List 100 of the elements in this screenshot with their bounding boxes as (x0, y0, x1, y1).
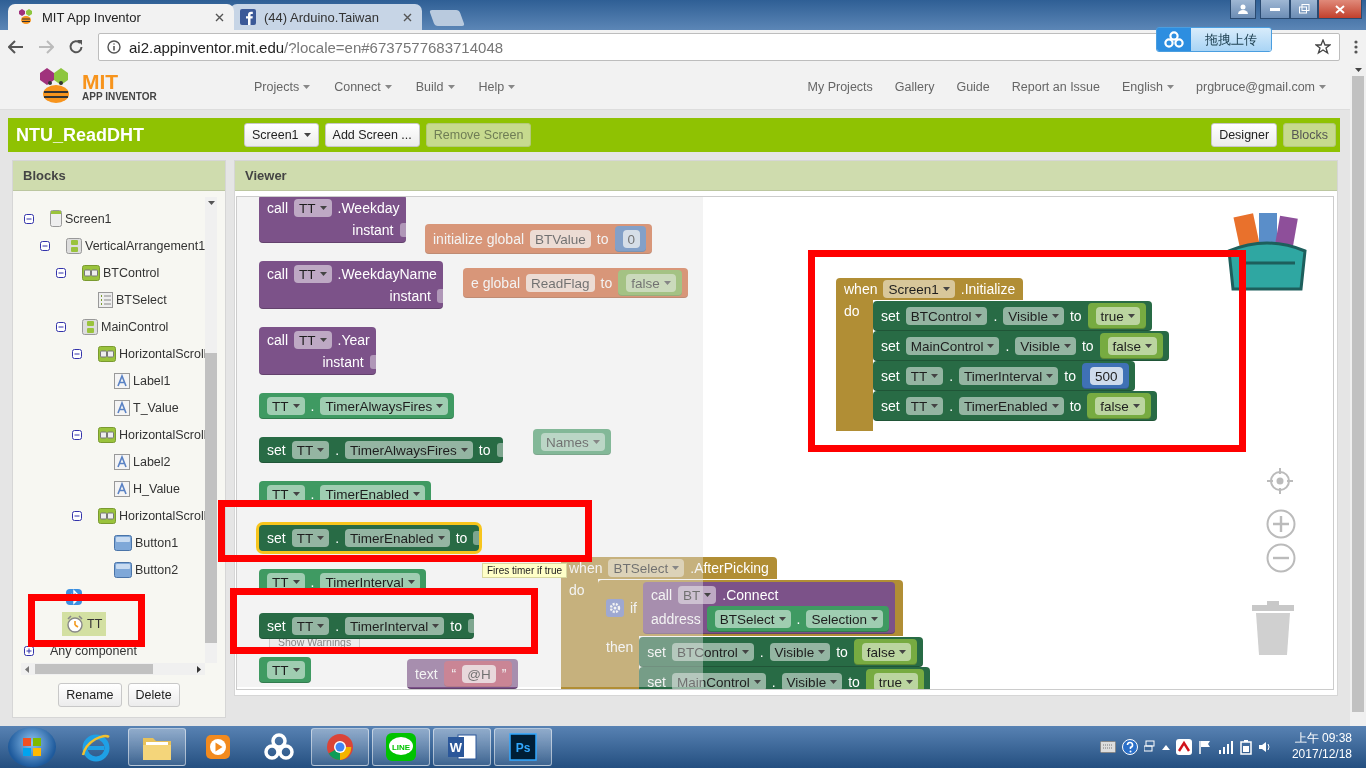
block-field[interactable]: ReadFlag (526, 274, 595, 292)
nav-link[interactable]: My Projects (797, 79, 883, 94)
component-tree-item[interactable]: Label2 (110, 450, 175, 473)
block-dropdown[interactable]: TT (267, 661, 305, 679)
component-tree-item[interactable]: Screen1 (46, 207, 116, 230)
property-setter-block[interactable]: set BTControl . Visible to true (873, 301, 1152, 331)
property-getter-block[interactable]: BTSelect . Selection (706, 606, 890, 632)
method-call-block[interactable]: call TT .WeekdayName instant (259, 261, 443, 309)
block-dropdown[interactable]: TT (294, 199, 332, 217)
nav-link[interactable]: Gallery (884, 79, 945, 94)
property-setter-block[interactable]: set MainControl . Visible to false (873, 331, 1170, 361)
method-call-block[interactable]: call BT .Connect address BTSelect . Selection (643, 582, 896, 634)
method-call-block[interactable]: call TT .Year instant (259, 327, 376, 375)
block-dropdown[interactable]: BTControl (905, 307, 988, 325)
boolean-block[interactable]: false (853, 639, 918, 665)
method-call-block[interactable]: text “ @H ” (407, 659, 519, 689)
block-dropdown[interactable]: TT (294, 331, 332, 349)
block-dropdown[interactable]: TimerInterval (959, 367, 1059, 385)
component-tree-item[interactable]: MainControl (78, 315, 173, 338)
block-dropdown[interactable]: TimerInterval (345, 617, 445, 635)
text-block[interactable]: “ @H ” (443, 661, 513, 687)
block-dropdown[interactable]: true (1095, 307, 1140, 325)
block-dropdown[interactable]: MainControl (905, 337, 1000, 355)
property-setter-block[interactable]: set TT . TimerEnabled to (259, 525, 480, 551)
number-block[interactable]: 500 (1082, 363, 1129, 389)
property-setter-block[interactable]: set TT . TimerEnabled to false (873, 391, 1157, 421)
block-dropdown[interactable]: TT (294, 265, 332, 283)
menu-item[interactable]: Build (405, 79, 465, 94)
block-dropdown[interactable]: Selection (806, 610, 884, 628)
block-field[interactable]: @H (462, 665, 496, 683)
block-dropdown[interactable]: Visible (1015, 337, 1076, 355)
block-dropdown[interactable]: TimerEnabled (959, 397, 1064, 415)
block-dropdown[interactable]: Visible (769, 643, 831, 661)
component-tree-item[interactable]: HorizontalScroll (94, 504, 205, 527)
block-dropdown[interactable]: MainControl (671, 673, 766, 689)
block-dropdown[interactable]: TimerEnabled (345, 529, 450, 547)
block-field[interactable]: BTValue (530, 230, 591, 248)
block-dropdown[interactable]: TT (905, 367, 944, 385)
component-tree-item[interactable]: BTControl (78, 261, 164, 284)
method-call-block[interactable]: call TT .Weekday instant (259, 197, 406, 243)
block-field[interactable]: 0 (622, 230, 641, 248)
property-setter-block[interactable]: set MainControl . Visible to true (639, 667, 931, 689)
component-tree-item[interactable]: BTSelect (94, 288, 171, 311)
block-dropdown[interactable]: TimerAlwaysFires (320, 397, 449, 415)
browser-tab[interactable]: (44) Arduino.Taiwan (230, 4, 422, 30)
component-tree-item[interactable]: Button1 (110, 531, 183, 554)
global-variable-block[interactable]: initialize global BTValue to 0 (425, 224, 653, 254)
upload-button[interactable]: 拖拽上传 (1156, 27, 1272, 52)
block-dropdown[interactable]: false (861, 643, 912, 661)
component-tree-item[interactable]: Label1 (110, 369, 175, 392)
nav-link[interactable]: Report an Issue (1001, 79, 1110, 94)
block-dropdown[interactable]: TimerInterval (320, 573, 420, 591)
block-dropdown[interactable]: BTSelect (714, 610, 791, 628)
component-tree-item[interactable]: HorizontalScroll (94, 342, 205, 365)
property-setter-block[interactable]: set BTControl . Visible to false (639, 637, 924, 667)
component-tree-item[interactable]: VerticalArrangement1 (62, 234, 205, 257)
property-setter-block[interactable]: set TT . TimerInterval to 500 (873, 361, 1135, 391)
nav-link[interactable]: prgbruce@gmail.com (1186, 79, 1336, 94)
block-dropdown[interactable]: TT (267, 397, 305, 415)
number-block[interactable]: 0 (614, 226, 647, 252)
boolean-block[interactable]: true (865, 669, 925, 689)
property-setter-block[interactable]: set TT . TimerAlwaysFires to (259, 437, 503, 463)
property-setter-block[interactable]: set TT . TimerInterval to (259, 613, 475, 639)
menu-item[interactable]: Help (468, 79, 526, 94)
nav-link[interactable]: Guide (946, 79, 1000, 94)
block-dropdown[interactable]: TT (291, 617, 330, 635)
block-dropdown[interactable]: Visible (781, 673, 843, 689)
block-dropdown[interactable]: TimerEnabled (320, 485, 425, 503)
block-dropdown[interactable]: true (873, 673, 919, 689)
view-tab[interactable]: Designer (1211, 123, 1278, 147)
component-tree-item[interactable]: HorizontalScroll (94, 423, 205, 446)
block-dropdown[interactable]: TT (267, 573, 305, 591)
nav-link[interactable]: English (1112, 79, 1184, 94)
boolean-block[interactable]: false (1087, 393, 1151, 419)
panel-button[interactable]: Rename (58, 683, 122, 707)
block-dropdown[interactable]: TT (291, 529, 330, 547)
event-handler-block[interactable]: when BTSelect .AfterPicking do if call BT .Connect address BTSelect . Selection then set BTControl . Visible to false set MainControl . Visible to true (561, 557, 931, 689)
screen-dropdown[interactable]: Screen1 (244, 123, 319, 147)
block-dropdown[interactable]: false (1107, 337, 1158, 355)
browser-tab[interactable]: MIT App Inventor (8, 4, 234, 30)
if-block[interactable]: if call BT .Connect address BTSelect . Selection then set BTControl . Visible to false set MainControl . Visible to true (598, 580, 931, 689)
block-dropdown[interactable]: Screen1 (883, 280, 955, 298)
view-tab[interactable]: Blocks (1283, 123, 1336, 147)
block-dropdown[interactable]: false (1095, 397, 1145, 415)
block-dropdown[interactable]: TT (905, 397, 944, 415)
component-tree-item[interactable]: TT (62, 611, 107, 636)
global-variable-block[interactable]: e global ReadFlag to false (463, 268, 688, 298)
event-handler-block[interactable]: when Screen1 .Initialize do set BTControl . Visible to true set MainControl . Visible to false set TT . TimerInterval to 500 set TT . TimerEnabled to false (836, 278, 1170, 431)
menu-item[interactable]: Projects (244, 79, 321, 94)
component-tree-item[interactable]: T_Value (110, 396, 183, 419)
menu-item[interactable]: Connect (324, 79, 402, 94)
component-tree-item[interactable]: Any component (46, 640, 141, 661)
property-getter-block[interactable]: TT . TimerAlwaysFires (259, 393, 455, 419)
block-dropdown[interactable]: TimerAlwaysFires (345, 441, 473, 459)
taskbar-button[interactable]: W (433, 728, 491, 766)
property-getter-block[interactable]: TT (259, 657, 311, 683)
panel-button[interactable]: Delete (127, 683, 180, 707)
block-dropdown[interactable]: TT (291, 441, 330, 459)
boolean-block[interactable]: false (1099, 333, 1164, 359)
block-dropdown[interactable]: TT (267, 485, 305, 503)
